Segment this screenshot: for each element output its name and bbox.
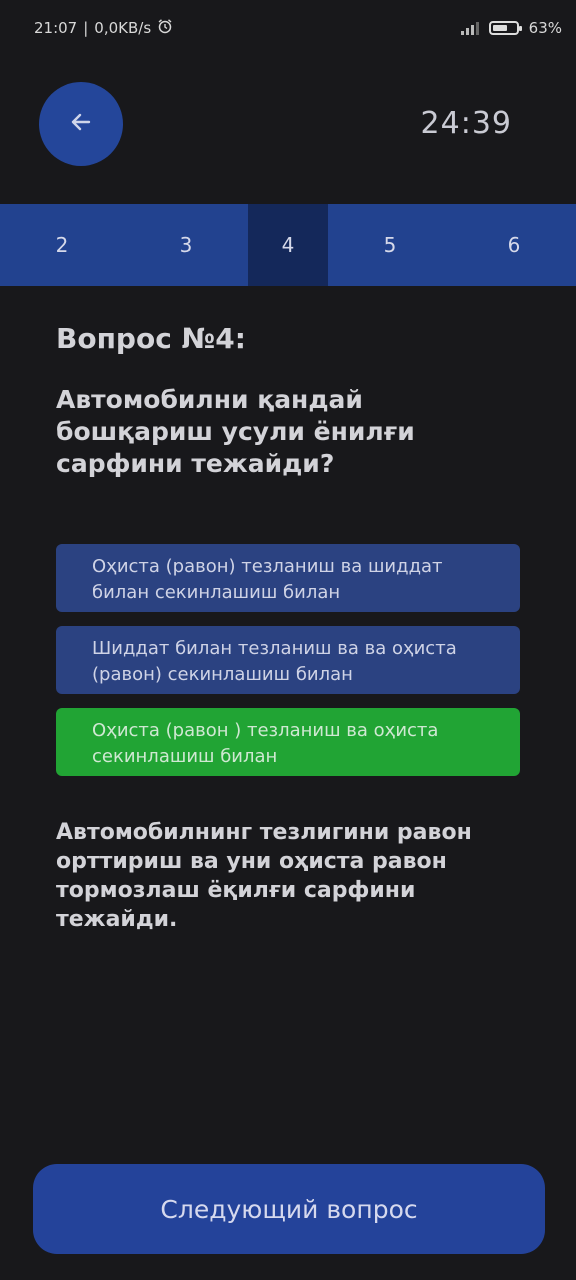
status-time: 21:07 bbox=[34, 19, 78, 37]
question-nav-item[interactable]: 5 bbox=[328, 204, 452, 286]
countdown-timer: 24:39 bbox=[420, 106, 512, 141]
question-title: Вопрос №4: bbox=[56, 322, 246, 355]
status-bar: 21:07 | 0,0KB/s 63% bbox=[0, 0, 576, 56]
answer-option[interactable]: Оҳиста (равон) тезланиш ва шиддат билан … bbox=[56, 544, 520, 612]
battery-icon bbox=[488, 21, 522, 35]
question-nav-item[interactable]: 2 bbox=[0, 204, 124, 286]
question-navigation: 2 3 4 5 6 bbox=[0, 204, 576, 286]
answer-option-correct[interactable]: Оҳиста (равон ) тезланиш ва оҳиста секин… bbox=[56, 708, 520, 776]
question-nav-item[interactable]: 6 bbox=[452, 204, 576, 286]
alarm-icon bbox=[157, 18, 173, 38]
question-nav-item-active[interactable]: 4 bbox=[248, 204, 328, 286]
question-text: Автомобилни қандай бошқариш усули ёнилғи… bbox=[56, 385, 415, 478]
status-net-speed: 0,0KB/s bbox=[94, 19, 152, 37]
status-separator: | bbox=[83, 19, 89, 37]
battery-percent: 63% bbox=[528, 19, 562, 37]
battery-fill bbox=[492, 25, 507, 31]
next-question-button[interactable]: Следующий вопрос bbox=[33, 1164, 545, 1254]
answer-option[interactable]: Шиддат билан тезланиш ва ва оҳиста (раво… bbox=[56, 626, 520, 694]
back-button[interactable] bbox=[39, 82, 123, 166]
arrow-left-icon bbox=[67, 108, 95, 140]
status-left: 21:07 | 0,0KB/s bbox=[34, 18, 173, 38]
answer-explanation: Автомобилнинг тезлигини равон орттириш в… bbox=[56, 820, 472, 932]
signal-icon bbox=[460, 21, 479, 35]
question-nav-item[interactable]: 3 bbox=[124, 204, 248, 286]
status-right: 63% bbox=[460, 19, 562, 37]
